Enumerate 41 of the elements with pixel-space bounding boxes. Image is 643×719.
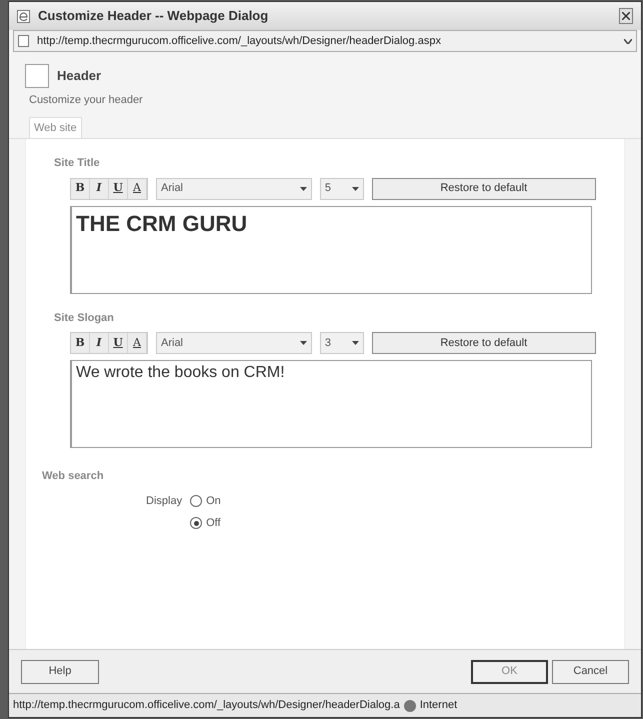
format-button[interactable]: B — [71, 333, 90, 353]
radio-option[interactable]: On — [190, 492, 221, 509]
header-title: Header — [57, 67, 102, 86]
cancel-button[interactable]: Cancel — [552, 660, 629, 684]
browser-icon — [17, 10, 30, 22]
help-button[interactable]: Help — [21, 660, 99, 684]
restore-button[interactable]: Restore to default — [372, 178, 596, 200]
tab[interactable]: Web site — [29, 116, 82, 138]
section-label: Site Title — [54, 156, 101, 171]
size-dropdown[interactable]: 3 — [320, 332, 364, 354]
section-label: Site Slogan — [54, 310, 115, 326]
caret-icon — [300, 186, 307, 190]
close-button[interactable] — [619, 8, 633, 24]
field-label: Display — [146, 494, 182, 508]
window-title: Customize Header -- Webpage Dialog — [38, 7, 270, 26]
status-url: http://temp.thecrmgurucom.officelive.com/_layouts/wh/Designer/headerDialog.a — [13, 698, 400, 714]
restore-button[interactable]: Restore to default — [372, 332, 596, 354]
section-label: Web search — [42, 469, 105, 484]
caret-icon — [300, 341, 307, 345]
format-button[interactable]: A — [128, 333, 147, 353]
radio-button[interactable] — [190, 494, 202, 507]
format-button[interactable]: I — [90, 178, 109, 198]
text-editor[interactable]: THE CRM GURU — [70, 206, 592, 294]
url-text: http://temp.thecrmgurucom.officelive.com/_layouts/wh/Designer/headerDialog.aspx — [37, 34, 442, 49]
format-button[interactable]: A — [128, 178, 147, 198]
text-editor[interactable]: We wrote the books on CRM! — [70, 360, 592, 448]
font-dropdown[interactable]: Arial — [156, 332, 312, 354]
radio-option[interactable]: Off — [190, 515, 221, 532]
caret-icon — [352, 341, 358, 345]
format-button[interactable]: U — [109, 178, 128, 198]
format-button[interactable]: B — [71, 178, 90, 198]
header-subtitle: Customize your header — [28, 93, 144, 108]
chevron-icon — [624, 38, 632, 44]
format-button[interactable]: I — [90, 333, 109, 353]
size-dropdown[interactable]: 5 — [320, 178, 364, 200]
close-icon — [622, 12, 630, 20]
zone-label: Internet — [420, 698, 458, 714]
caret-icon — [352, 186, 358, 190]
format-button[interactable]: U — [109, 333, 128, 353]
font-dropdown[interactable]: Arial — [156, 178, 312, 200]
radio-button[interactable] — [190, 517, 202, 530]
